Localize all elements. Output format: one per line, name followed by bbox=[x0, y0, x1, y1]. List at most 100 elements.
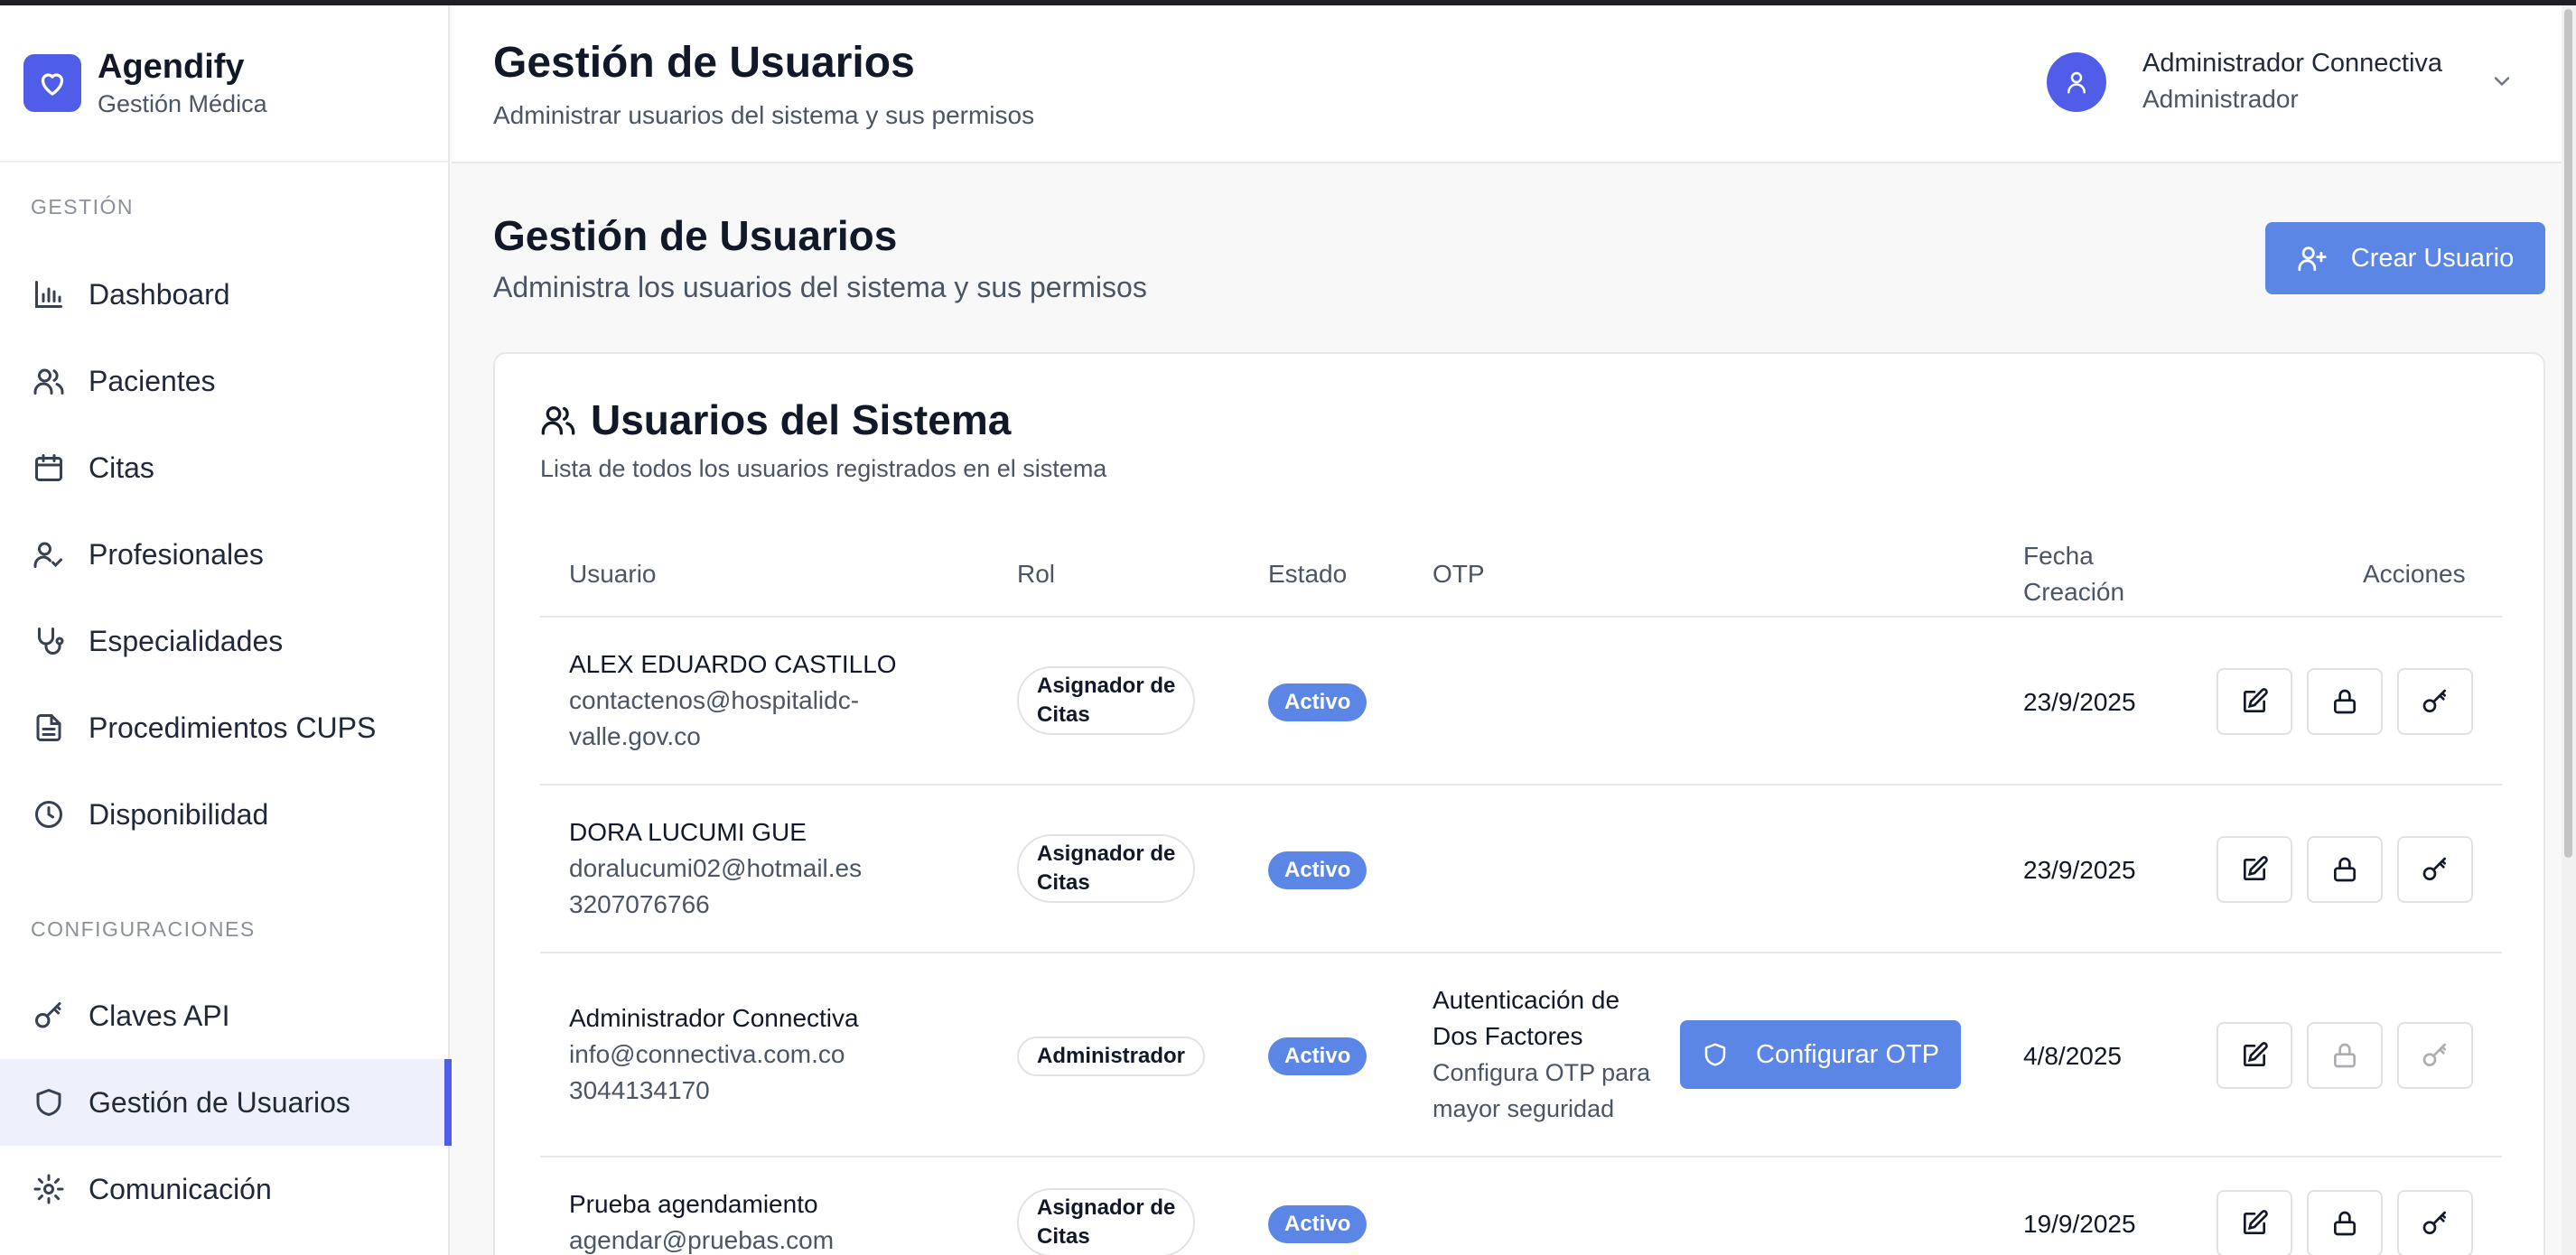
status-badge: Activo bbox=[1268, 1205, 1367, 1243]
user-phone-cell: 3207076766 bbox=[569, 890, 710, 918]
sidebar-item-disponibilidad[interactable]: Disponibilidad bbox=[0, 771, 450, 858]
nav-gestion: Dashboard Pacientes Citas Profesionales … bbox=[0, 251, 450, 858]
shield-icon bbox=[1704, 1043, 1726, 1066]
sidebar-item-profesionales[interactable]: Profesionales bbox=[0, 511, 450, 598]
sidebar-item-label: Disponibilidad bbox=[89, 797, 269, 831]
card-title-text: Usuarios del Sistema bbox=[591, 396, 1012, 443]
key-icon bbox=[2422, 689, 2446, 712]
key-button[interactable] bbox=[2397, 1190, 2473, 1255]
card-subtitle: Lista de todos los usuarios registrados … bbox=[540, 455, 1107, 482]
edit-button[interactable] bbox=[2217, 1022, 2292, 1089]
sidebar-item-procedimientos-cups[interactable]: Procedimientos CUPS bbox=[0, 684, 450, 771]
creation-date-cell: 23/9/2025 bbox=[2023, 688, 2136, 716]
lock-icon bbox=[2334, 857, 2356, 882]
user-name-cell: Administrador Connectiva bbox=[569, 1004, 859, 1032]
column-header-fecha-line1: Fecha bbox=[2023, 542, 2094, 570]
key-icon bbox=[2422, 857, 2446, 880]
sidebar-item-dashboard[interactable]: Dashboard bbox=[0, 251, 450, 338]
table-divider bbox=[540, 616, 2502, 618]
create-user-label: Crear Usuario bbox=[2350, 243, 2515, 273]
user-email-cell: doralucumi02@hotmail.es bbox=[569, 854, 863, 882]
brand[interactable]: Agendify Gestión Médica bbox=[0, 5, 448, 163]
users-icon bbox=[31, 363, 67, 399]
user-email-cell: agendar@pruebas.com bbox=[569, 1226, 835, 1254]
clock-icon bbox=[31, 796, 67, 832]
chevron-down-icon[interactable] bbox=[2489, 69, 2515, 98]
otp-title: Autenticación de Dos Factores bbox=[1433, 982, 1619, 1055]
lock-button[interactable] bbox=[2307, 668, 2383, 735]
role-badge: Asignador de Citas bbox=[1017, 834, 1196, 903]
sidebar-item-label: Pacientes bbox=[89, 364, 216, 397]
key-icon bbox=[31, 998, 67, 1034]
edit-button[interactable] bbox=[2217, 1190, 2292, 1255]
status-badge: Activo bbox=[1268, 683, 1367, 721]
user-name-cell: Prueba agendamiento bbox=[569, 1190, 818, 1218]
role-badge: Asignador de Citas bbox=[1017, 1188, 1196, 1255]
edit-button[interactable] bbox=[2217, 836, 2292, 903]
user-name-cell: DORA LUCUMI GUE bbox=[569, 818, 807, 846]
create-user-button[interactable]: Crear Usuario bbox=[2265, 222, 2545, 294]
lock-icon bbox=[2334, 689, 2356, 714]
edit-button[interactable] bbox=[2217, 668, 2292, 735]
key-button[interactable] bbox=[2397, 836, 2473, 903]
lock-button[interactable] bbox=[2307, 1190, 2383, 1255]
section-label-configuraciones: CONFIGURACIONES bbox=[31, 917, 256, 941]
otp-title-line2: Dos Factores bbox=[1433, 1022, 1583, 1050]
sidebar-item-label: Claves API bbox=[89, 999, 230, 1032]
otp-description-line2: mayor seguridad bbox=[1433, 1095, 1615, 1122]
role-badge: Administrador bbox=[1017, 1037, 1206, 1076]
table-divider bbox=[540, 1156, 2502, 1157]
bar-chart-icon bbox=[31, 276, 67, 312]
status-badge: Activo bbox=[1268, 1037, 1367, 1075]
sidebar-item-claves-api[interactable]: Claves API bbox=[0, 972, 450, 1059]
sidebar-item-citas[interactable]: Citas bbox=[0, 424, 450, 511]
sidebar-item-label: Citas bbox=[89, 451, 154, 484]
configure-otp-button[interactable]: Configurar OTP bbox=[1680, 1020, 1962, 1089]
creation-date-cell: 23/9/2025 bbox=[2023, 856, 2136, 884]
users-card: Usuarios del Sistema Lista de todos los … bbox=[493, 352, 2545, 1255]
configure-otp-label: Configurar OTP bbox=[1756, 1039, 1940, 1069]
role-badge-line1: Asignador de bbox=[1037, 674, 1176, 698]
top-header: Gestión de Usuarios Administrar usuarios… bbox=[452, 5, 2562, 163]
edit-icon bbox=[2244, 688, 2268, 712]
sidebar-item-label: Profesionales bbox=[89, 537, 264, 571]
column-header-fecha-line2: Creación bbox=[2023, 578, 2125, 606]
avatar[interactable] bbox=[2047, 52, 2106, 112]
key-icon bbox=[2422, 1043, 2446, 1066]
role-badge-line1: Asignador de bbox=[1037, 1195, 1176, 1220]
lock-button-disabled bbox=[2307, 1022, 2383, 1089]
user-email-cell-cont: valle.gov.co bbox=[569, 722, 701, 750]
key-button[interactable] bbox=[2397, 668, 2473, 735]
sidebar-item-pacientes[interactable]: Pacientes bbox=[0, 338, 450, 424]
brand-title: Agendify bbox=[98, 48, 245, 86]
brand-subtitle: Gestión Médica bbox=[98, 90, 267, 117]
user-phone-cell: 3044134170 bbox=[569, 1076, 710, 1104]
sidebar-item-label: Especialidades bbox=[89, 624, 284, 657]
sidebar-item-especialidades[interactable]: Especialidades bbox=[0, 598, 450, 684]
sidebar-item-label: Comunicación bbox=[89, 1172, 272, 1205]
column-header-rol: Rol bbox=[1017, 560, 1056, 588]
table-divider bbox=[540, 952, 2502, 953]
user-name[interactable]: Administrador Connectiva bbox=[2142, 49, 2442, 79]
page-title: Gestión de Usuarios bbox=[493, 212, 898, 259]
lock-button[interactable] bbox=[2307, 836, 2383, 903]
role-badge-line2: Citas bbox=[1037, 870, 1090, 895]
column-header-usuario: Usuario bbox=[569, 560, 657, 588]
edit-icon bbox=[2244, 1042, 2268, 1066]
sidebar-item-comunicacion[interactable]: Comunicación bbox=[0, 1146, 450, 1232]
lock-icon bbox=[2334, 1211, 2356, 1236]
column-header-otp: OTP bbox=[1433, 560, 1485, 588]
user-email-cell: contactenos@hospitalidc- bbox=[569, 686, 860, 714]
scrollbar-thumb[interactable] bbox=[2564, 9, 2572, 858]
lock-icon bbox=[2334, 1043, 2356, 1068]
page-subtitle: Administra los usuarios del sistema y su… bbox=[493, 271, 1147, 303]
card-title: Usuarios del Sistema bbox=[540, 395, 1011, 444]
header-title: Gestión de Usuarios bbox=[493, 39, 915, 87]
sidebar-item-gestion-usuarios[interactable]: Gestión de Usuarios bbox=[0, 1059, 452, 1146]
otp-title-line1: Autenticación de bbox=[1433, 986, 1620, 1014]
column-header-fecha: Fecha Creación bbox=[2023, 538, 2124, 610]
user-name-cell: ALEX EDUARDO CASTILLO bbox=[569, 650, 897, 678]
role-badge-line2: Citas bbox=[1037, 1224, 1090, 1249]
heart-logo-icon bbox=[23, 54, 81, 112]
edit-icon bbox=[2244, 856, 2268, 880]
